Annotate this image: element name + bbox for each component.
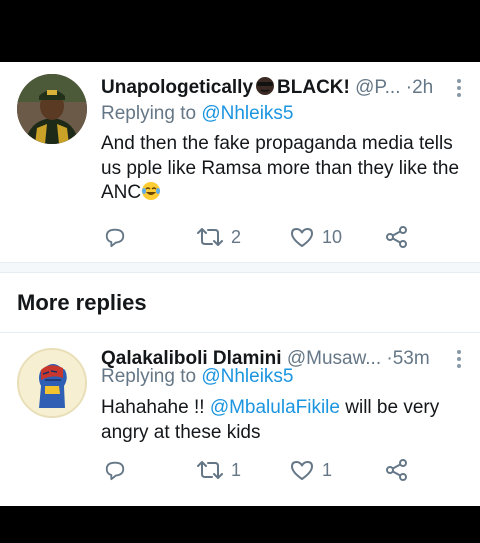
tweet-text: And then the fake propaganda media tells…	[101, 132, 471, 206]
replying-to-handle[interactable]: @Nhleiks5	[201, 103, 293, 124]
tweet[interactable]: Unapologetically BLACK! @P... ·2h Replyin…	[0, 62, 480, 262]
like-count: 1	[322, 459, 333, 480]
top-dark-overlay	[0, 0, 480, 62]
tweet-thread-panel: Unapologetically BLACK! @P... ·2h Replyin…	[0, 62, 480, 506]
tweet-text: Hahahahe !! @MbalulaFikile will be very …	[101, 396, 471, 445]
bottom-dark-overlay	[0, 506, 480, 543]
avatar[interactable]	[17, 348, 87, 418]
raised-fist-icon	[19, 350, 85, 416]
reply-icon	[105, 461, 125, 481]
replying-to-label: Replying to	[101, 366, 202, 387]
section-gap	[0, 263, 480, 272]
user-handle[interactable]: @P...	[355, 77, 400, 98]
share-icon	[386, 459, 407, 481]
tweet-text-before: Hahahahe !!	[101, 397, 210, 418]
heart-icon	[291, 461, 313, 480]
replying-to-handle[interactable]: @Nhleiks5	[201, 366, 293, 387]
reply-button[interactable]	[104, 457, 126, 483]
retweet-count: 2	[231, 226, 242, 247]
share-button[interactable]	[386, 224, 408, 250]
laughing-tears-emoji-icon	[142, 182, 161, 200]
tweet[interactable]: Qalakaliboli Dlamini @Musaw... ·53m Repl…	[0, 333, 480, 506]
tweet-header: Unapologetically BLACK! @P... ·2h	[101, 75, 466, 101]
tweet-actions: 1 1	[104, 457, 414, 483]
timestamp[interactable]: 53m	[393, 348, 430, 369]
replying-to: Replying to @Nhleiks5	[101, 102, 294, 126]
replying-to-label: Replying to	[101, 103, 202, 124]
tweet-actions: 2 10	[104, 224, 414, 250]
retweet-icon	[197, 228, 223, 246]
divider	[0, 272, 480, 273]
replying-to: Replying to @Nhleiks5	[101, 365, 294, 389]
user-handle[interactable]: @Musaw...	[287, 348, 381, 369]
avatar[interactable]	[17, 74, 87, 144]
mention-link[interactable]: @MbalulaFikile	[210, 397, 340, 418]
like-button[interactable]: 1	[290, 457, 332, 483]
reply-button[interactable]	[104, 224, 126, 250]
share-icon	[386, 226, 407, 248]
retweet-count: 1	[231, 459, 242, 480]
retweet-button[interactable]: 1	[197, 457, 241, 483]
retweet-icon	[197, 461, 223, 479]
like-button[interactable]: 10	[290, 224, 342, 250]
retweet-button[interactable]: 2	[197, 224, 241, 250]
more-replies-heading: More replies	[17, 290, 147, 315]
reply-icon	[105, 228, 125, 248]
dark-face-emoji-icon	[256, 77, 275, 95]
heart-icon	[291, 228, 313, 247]
more-options-icon[interactable]	[456, 78, 462, 98]
like-count: 10	[322, 226, 343, 247]
display-name-suffix[interactable]: BLACK!	[277, 77, 350, 98]
avatar-photo-icon	[17, 74, 87, 144]
share-button[interactable]	[386, 457, 408, 483]
timestamp[interactable]: 2h	[412, 77, 433, 98]
display-name[interactable]: Unapologetically	[101, 77, 253, 98]
more-options-icon[interactable]	[456, 349, 462, 369]
